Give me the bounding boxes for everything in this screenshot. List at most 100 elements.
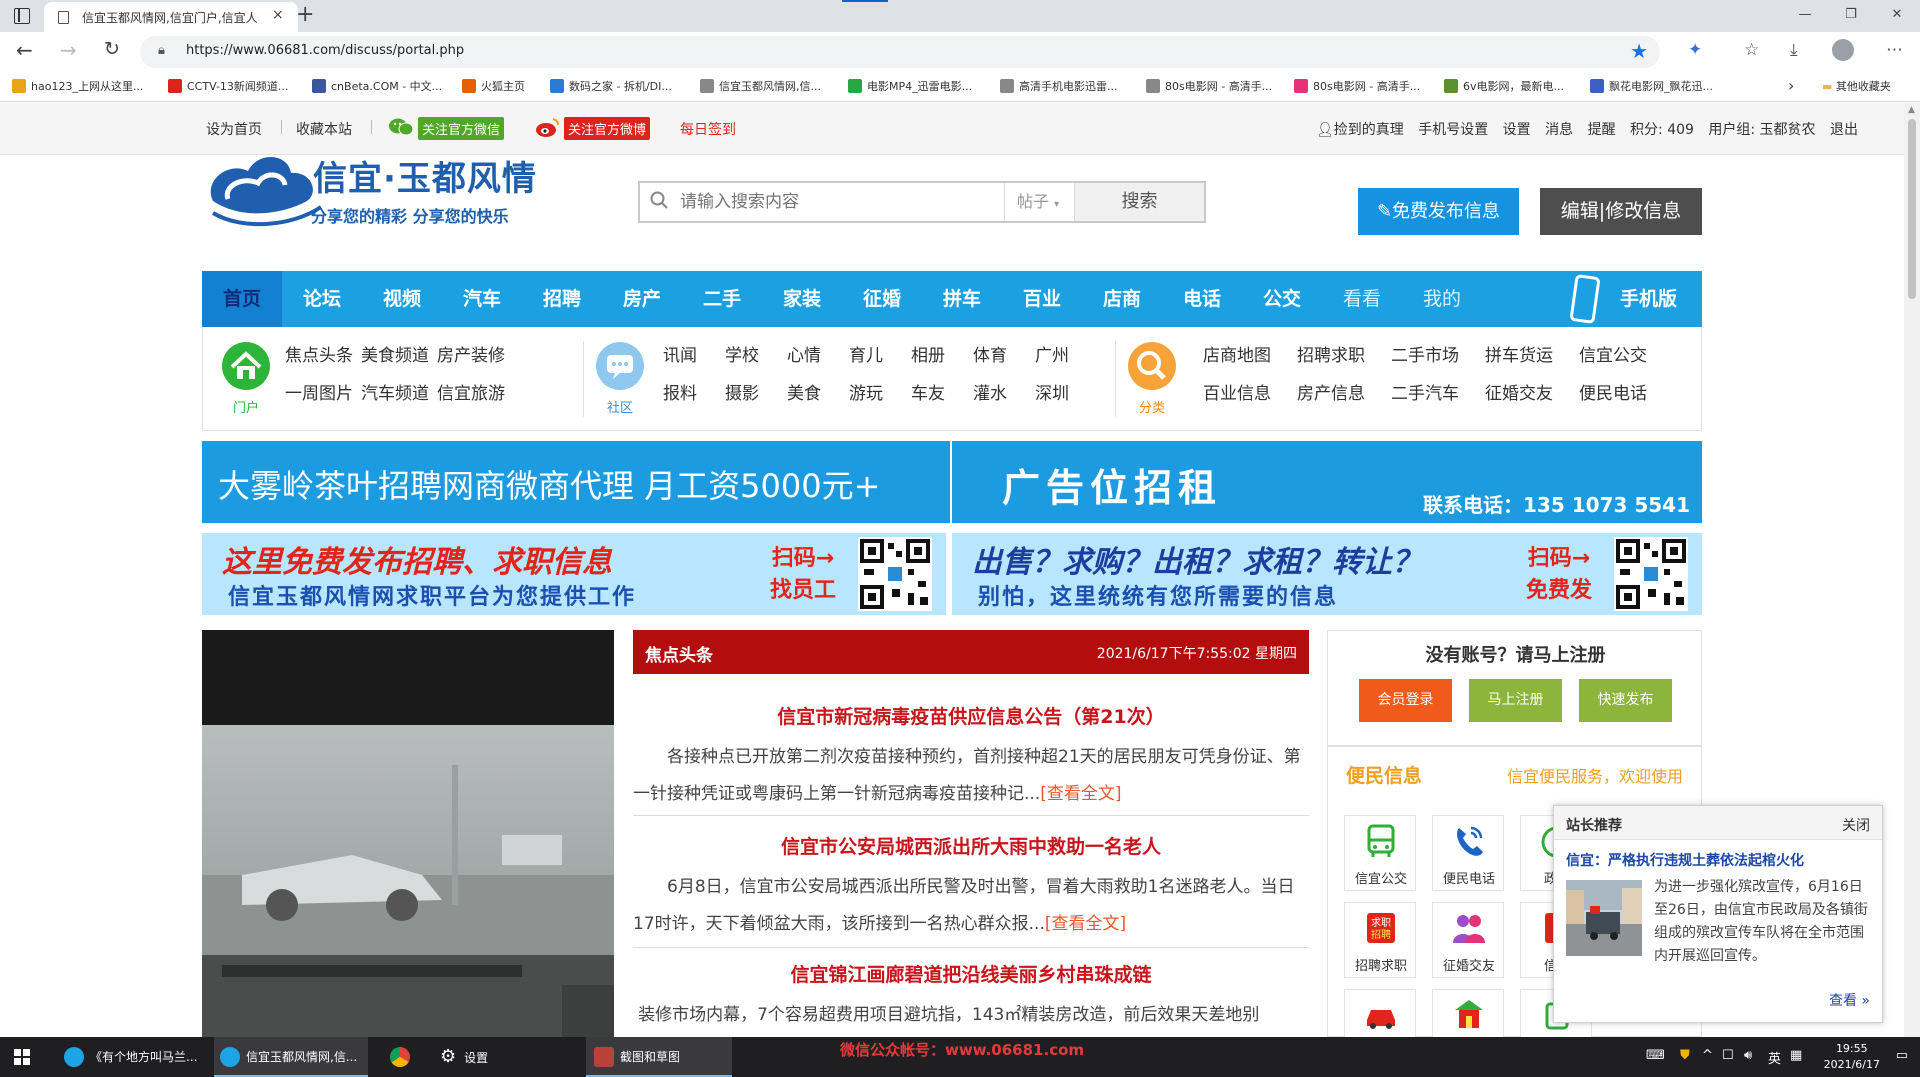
extension-icon[interactable]: ✦	[1688, 40, 1702, 60]
bookmark-item[interactable]: 80s电影网 - 高清手...	[1146, 78, 1272, 94]
banner-ad-tea[interactable]: 大雾岭茶叶招聘网商微商代理 月工资5000元+	[202, 441, 950, 523]
bookmark-item[interactable]: CCTV-13新闻频道...	[168, 78, 288, 94]
keyboard-icon[interactable]: ⌨	[1646, 1048, 1665, 1063]
minimize-icon[interactable]: —	[1782, 0, 1828, 32]
windows-start-icon[interactable]	[14, 1049, 30, 1065]
nav-bus[interactable]: 公交	[1242, 271, 1322, 327]
back-icon[interactable]: ←	[16, 38, 33, 62]
nav-carpool[interactable]: 拼车	[922, 271, 1002, 327]
points-link[interactable]: 积分: 409	[1630, 122, 1694, 138]
nav-jobs[interactable]: 招聘	[522, 271, 602, 327]
subnav-link[interactable]: 广州	[1035, 341, 1069, 366]
subnav-link[interactable]: 焦点头条	[285, 341, 353, 366]
subnav-link[interactable]: 育儿	[849, 341, 883, 366]
subnav-link[interactable]: 美食频道	[361, 341, 429, 366]
subnav-link[interactable]: 信宜公交	[1579, 341, 1647, 366]
register-now-button[interactable]: 马上注册	[1469, 679, 1562, 722]
wechat-icon[interactable]	[388, 117, 414, 137]
settings-link[interactable]: 设置	[1503, 122, 1531, 138]
member-login-button[interactable]: 会员登录	[1359, 679, 1452, 722]
nav-mine[interactable]: 我的	[1402, 271, 1482, 327]
tab-actions-icon[interactable]	[14, 8, 30, 24]
quick-publish-button[interactable]: 快速发布	[1579, 679, 1672, 722]
service-tile-bus[interactable]: 信宜公交	[1344, 815, 1416, 891]
subnav-link[interactable]: 百业信息	[1203, 379, 1271, 404]
nav-mobile-version[interactable]: 手机版	[1620, 271, 1677, 327]
bookmark-item[interactable]: 高清手机电影迅雷...	[1000, 78, 1118, 94]
taskbar-item-edge-2[interactable]: 信宜玉都风情网,信...	[214, 1037, 368, 1077]
service-tile-phone[interactable]: 便民电话	[1432, 815, 1504, 891]
news-title-link[interactable]: 信宜锦江画廊碧道把沿线美丽乡村串珠成链	[633, 960, 1309, 987]
restore-icon[interactable]: ❐	[1828, 0, 1874, 32]
subnav-link[interactable]: 拼车货运	[1485, 341, 1553, 366]
search-input[interactable]	[680, 183, 1040, 221]
subnav-link[interactable]: 车友	[911, 379, 945, 404]
favorite-star-icon[interactable]: ★	[1630, 39, 1648, 63]
subnav-link[interactable]: 灌水	[973, 379, 1007, 404]
bookmark-item[interactable]: cnBeta.COM - 中文...	[312, 78, 442, 94]
subnav-link[interactable]: 摄影	[725, 379, 759, 404]
system-clock[interactable]: 19:55 2021/6/17	[1824, 1041, 1880, 1073]
close-window-icon[interactable]: ✕	[1874, 0, 1920, 32]
subnav-link[interactable]: 深圳	[1035, 379, 1069, 404]
site-logo[interactable]: 信宜·玉都风情 分享您的精彩 分享您的快乐	[203, 141, 536, 241]
service-tile-dating[interactable]: 征婚交友	[1432, 902, 1504, 978]
subnav-link[interactable]: 游玩	[849, 379, 883, 404]
subnav-link[interactable]: 二手汽车	[1391, 379, 1459, 404]
scrollbar-thumb[interactable]	[1908, 119, 1916, 299]
subnav-link[interactable]: 美食	[787, 379, 821, 404]
reminders-link[interactable]: 提醒	[1588, 122, 1616, 138]
search-type-select[interactable]: 帖子 ▾	[1004, 183, 1074, 221]
subnav-link[interactable]: 店商地图	[1203, 341, 1271, 366]
nav-secondhand[interactable]: 二手	[682, 271, 762, 327]
popup-close-button[interactable]: 关闭	[1842, 815, 1870, 835]
nav-video[interactable]: 视频	[362, 271, 442, 327]
subnav-link[interactable]: 二手市场	[1391, 341, 1459, 366]
scroll-up-icon[interactable]: ▲	[1908, 105, 1915, 115]
taskbar-item-snip[interactable]: 截图和草图	[586, 1037, 732, 1077]
usergroup-link[interactable]: 用户组: 玉都贫农	[1708, 122, 1815, 138]
bookmark-item[interactable]: 飘花电影网_飘花迅...	[1590, 78, 1713, 94]
bookmark-item[interactable]: 火狐主页	[462, 78, 525, 94]
subnav-link[interactable]: 心情	[787, 341, 821, 366]
other-bookmarks[interactable]: ▬ 其他收藏夹	[1822, 78, 1891, 94]
taskbar-item-chrome[interactable]	[378, 1037, 422, 1077]
banner-ad-trade[interactable]: 出售？求购？出租？求租？转让？ 别怕，这里统统有您所需要的信息 扫码→ 免费发	[952, 533, 1702, 615]
popup-news-image[interactable]	[1566, 880, 1642, 956]
bookmark-item[interactable]: 80s电影网 - 高清手...	[1294, 78, 1420, 94]
collections-icon[interactable]: ☆	[1744, 40, 1759, 60]
mobile-phone-icon[interactable]	[1568, 274, 1602, 324]
volume-icon[interactable]: 🔊︎	[1744, 1048, 1752, 1063]
daily-sign-link[interactable]: 每日签到	[680, 119, 736, 139]
nav-watch[interactable]: 看看	[1322, 271, 1402, 327]
nav-decoration[interactable]: 家装	[762, 271, 842, 327]
news-title-link[interactable]: 信宜市新冠病毒疫苗供应信息公告（第21次）	[633, 702, 1309, 729]
favorite-site-link[interactable]: 收藏本站	[296, 119, 352, 139]
banner-ad-rent[interactable]: 广告位招租 联系电话：135 1073 5541	[952, 441, 1702, 523]
url-field[interactable]: 🔒︎ https://www.06681.com/discuss/portal.…	[140, 36, 1660, 68]
nav-car[interactable]: 汽车	[442, 271, 522, 327]
chevron-up-icon[interactable]: ^	[1702, 1048, 1713, 1063]
magnifier-icon[interactable]	[1127, 341, 1177, 391]
logout-link[interactable]: 退出	[1830, 122, 1858, 138]
service-tile-jobs[interactable]: 求职 招聘 招聘求职	[1344, 902, 1416, 978]
bookmark-item[interactable]: 数码之家 - 拆机/DI...	[550, 78, 672, 94]
url-text[interactable]: https://www.06681.com/discuss/portal.php	[186, 43, 464, 58]
page-scrollbar[interactable]: ▲	[1904, 103, 1920, 1037]
bookmark-item[interactable]: 信宜玉都风情网,信...	[700, 78, 821, 94]
featured-photo[interactable]	[202, 630, 614, 1037]
download-icon[interactable]: ⤓	[1790, 40, 1798, 60]
subnav-link[interactable]: 体育	[973, 341, 1007, 366]
subnav-link[interactable]: 便民电话	[1579, 379, 1647, 404]
notification-icon[interactable]: ▭	[1896, 1048, 1908, 1063]
tab-close-icon[interactable]: ×	[272, 7, 284, 23]
lock-icon[interactable]: 🔒︎	[158, 43, 165, 58]
subnav-link[interactable]: 征婚交友	[1485, 379, 1553, 404]
nav-business[interactable]: 百业	[1002, 271, 1082, 327]
subnav-link[interactable]: 房产装修	[437, 341, 505, 366]
subnav-link[interactable]: 信宜旅游	[437, 379, 505, 404]
profile-avatar-icon[interactable]	[1832, 39, 1854, 61]
nav-forum[interactable]: 论坛	[282, 271, 362, 327]
refresh-icon[interactable]: ↻	[104, 38, 120, 60]
nav-home[interactable]: 首页	[202, 271, 282, 327]
